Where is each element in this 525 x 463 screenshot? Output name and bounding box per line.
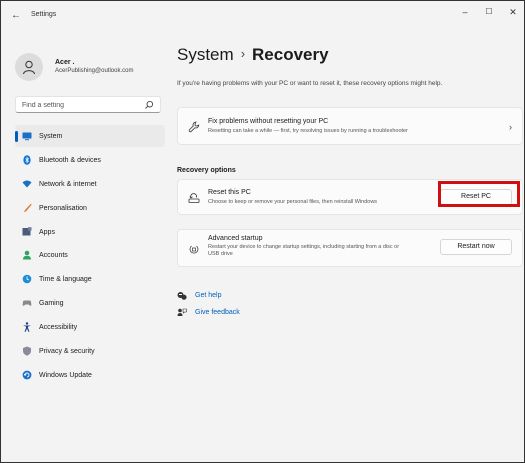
update-icon [22, 370, 32, 380]
user-profile[interactable]: Acer . AcerPublishing@outlook.com [15, 53, 165, 83]
settings-window: ← Settings – ☐ ✕ Acer . AcerPublishing@o… [0, 0, 525, 463]
user-icon [23, 60, 35, 75]
brush-icon [24, 203, 32, 212]
advanced-startup-title: Advanced startup [208, 235, 263, 242]
shield-icon [23, 346, 31, 356]
breadcrumb-separator: › [240, 46, 246, 61]
advanced-startup-card: Advanced startup Restart your device to … [177, 229, 523, 267]
sidebar-item-accounts[interactable]: Accounts [15, 244, 165, 266]
page-subtitle: If you're having problems with your PC o… [177, 80, 443, 87]
search-icon [145, 100, 154, 109]
maximize-button[interactable]: ☐ [480, 7, 498, 16]
advanced-startup-icon [189, 245, 199, 254]
selection-indicator [15, 131, 18, 142]
chevron-right-icon: › [509, 122, 512, 132]
sidebar-item-accessibility[interactable]: Accessibility [15, 316, 165, 338]
page-title: System › Recovery [177, 45, 329, 65]
get-help-link[interactable]: Get help [177, 290, 297, 302]
give-feedback-label: Give feedback [195, 309, 240, 316]
advanced-startup-description-2: USB drive [208, 251, 233, 257]
section-title: Recovery options [177, 167, 236, 174]
sidebar-item-gaming[interactable]: Gaming [15, 292, 165, 314]
accounts-icon [23, 251, 31, 260]
sidebar-item-network[interactable]: Network & internet [15, 173, 165, 195]
sidebar-item-label: Apps [39, 228, 55, 236]
accessibility-icon [23, 322, 31, 332]
sidebar-item-label: System [39, 133, 63, 140]
system-icon [22, 132, 32, 141]
avatar [15, 53, 43, 81]
breadcrumb-parent[interactable]: System [177, 45, 234, 64]
search-input[interactable] [22, 99, 142, 111]
sidebar-item-personalisation[interactable]: Personalisation [15, 197, 165, 219]
app-title: Settings [31, 11, 57, 18]
minimize-button[interactable]: – [456, 7, 474, 17]
reset-pc-description: Choose to keep or remove your personal f… [208, 199, 378, 205]
fix-problems-title: Fix problems without resetting your PC [208, 118, 329, 125]
close-button[interactable]: ✕ [504, 7, 522, 18]
sidebar-item-label: Bluetooth & devices [39, 156, 101, 164]
sidebar-nav: System Bluetooth & devices Network & int… [15, 125, 165, 388]
back-arrow-icon[interactable]: ← [9, 9, 23, 23]
profile-name: Acer . [55, 59, 75, 66]
sidebar-item-label: Time & language [39, 276, 92, 284]
help-icon [177, 292, 187, 300]
fix-problems-card[interactable]: Fix problems without resetting your PC R… [177, 107, 523, 145]
sidebar-item-label: Windows Update [39, 371, 92, 379]
sidebar-item-system[interactable]: System [15, 125, 165, 147]
restart-now-button[interactable]: Restart now [440, 239, 512, 255]
sidebar-item-label: Personalisation [39, 204, 87, 212]
title-bar: ← Settings – ☐ ✕ [1, 1, 524, 31]
breadcrumb-current: Recovery [252, 45, 329, 64]
advanced-startup-description: Restart your device to change startup se… [208, 244, 400, 250]
reset-pc-title: Reset this PC [208, 189, 251, 196]
get-help-label: Get help [195, 292, 222, 299]
wifi-icon [22, 180, 32, 188]
sidebar-item-label: Accounts [39, 252, 68, 260]
search-box[interactable] [15, 96, 161, 113]
wrench-icon [188, 121, 200, 133]
globe-clock-icon [22, 275, 32, 284]
sidebar-item-bluetooth[interactable]: Bluetooth & devices [15, 149, 165, 171]
sidebar-item-label: Network & internet [39, 180, 97, 188]
sidebar-item-privacy[interactable]: Privacy & security [15, 340, 165, 362]
feedback-icon [177, 308, 187, 316]
highlight-box [438, 181, 520, 207]
give-feedback-link[interactable]: Give feedback [177, 307, 297, 319]
sidebar-item-label: Gaming [39, 300, 64, 308]
fix-problems-description: Resetting can take a while — first, try … [208, 128, 408, 134]
sidebar-item-windows-update[interactable]: Windows Update [15, 364, 165, 386]
sidebar-item-label: Accessibility [39, 324, 78, 332]
reset-pc-icon [188, 193, 200, 203]
apps-icon [22, 226, 32, 236]
profile-email: AcerPublishing@outlook.com [55, 68, 134, 74]
bluetooth-icon [23, 155, 31, 165]
sidebar-item-time-language[interactable]: Time & language [15, 268, 165, 290]
sidebar-item-label: Privacy & security [39, 348, 95, 356]
gaming-icon [22, 300, 32, 307]
sidebar-item-apps[interactable]: Apps [15, 221, 165, 243]
